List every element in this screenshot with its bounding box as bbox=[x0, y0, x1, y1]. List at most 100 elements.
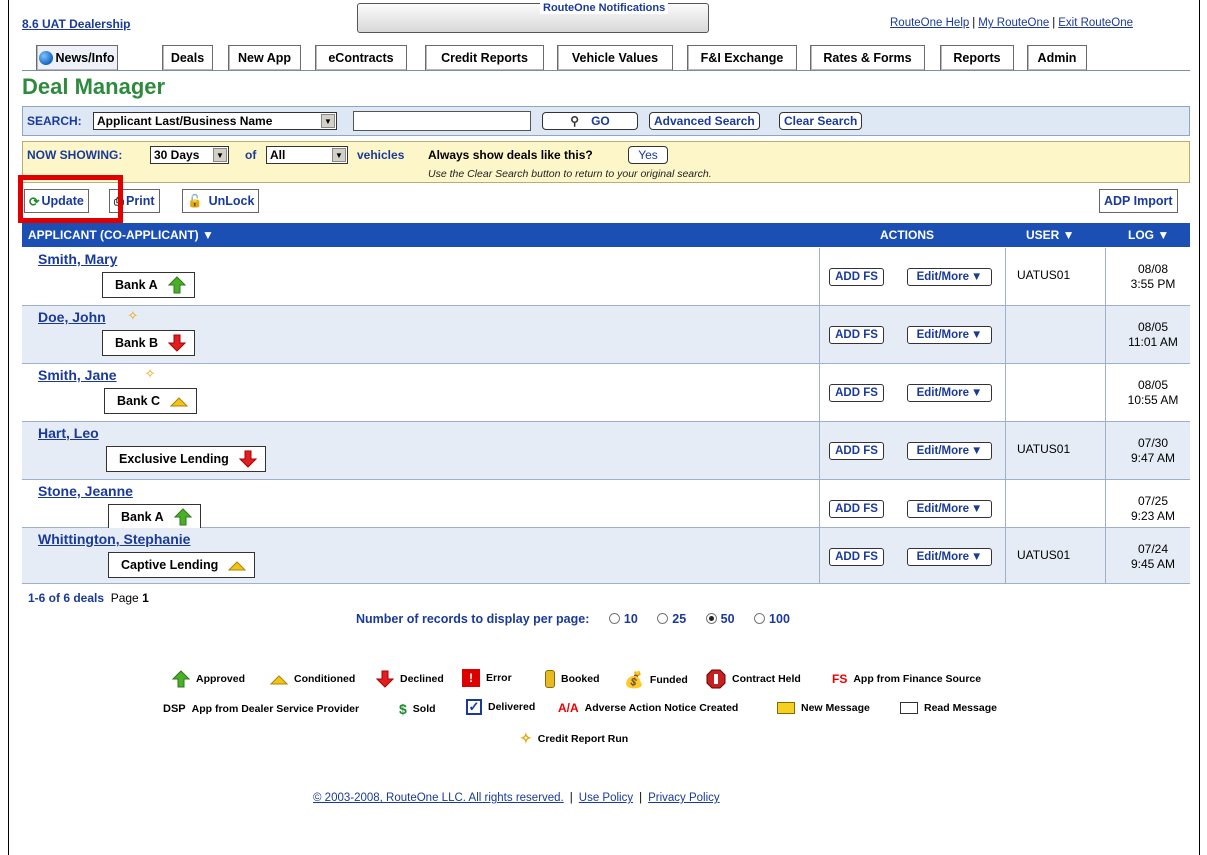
credit-report-icon: ✧ bbox=[127, 308, 139, 323]
go-button[interactable]: ⚲ GO bbox=[542, 112, 638, 130]
dropdown-arrow-icon: ▼ bbox=[332, 148, 346, 162]
applicant-header[interactable]: APPLICANT (CO-APPLICANT) ▼ bbox=[28, 228, 214, 242]
privacy-policy-link[interactable]: Privacy Policy bbox=[648, 792, 720, 804]
applicant-name-link[interactable]: Hart, Leo bbox=[38, 425, 99, 441]
legend-read-message: Read Message bbox=[900, 702, 997, 714]
applicant-name-link[interactable]: Doe, John bbox=[38, 309, 106, 325]
legend-conditioned: Conditioned bbox=[270, 673, 355, 685]
column-divider bbox=[1105, 528, 1106, 583]
tab-news-info[interactable]: News/Info bbox=[36, 45, 118, 70]
yes-button[interactable]: Yes bbox=[628, 146, 668, 164]
copyright-link[interactable]: © 2003-2008, RouteOne LLC. All rights re… bbox=[313, 792, 564, 804]
tab-deals[interactable]: Deals bbox=[162, 45, 213, 70]
tab-admin[interactable]: Admin bbox=[1027, 45, 1087, 70]
search-input[interactable] bbox=[353, 111, 531, 131]
column-divider bbox=[1005, 422, 1006, 479]
applicant-name-link[interactable]: Whittington, Stephanie bbox=[38, 531, 190, 547]
column-divider bbox=[1105, 422, 1106, 479]
legend-funded: 💰 Funded bbox=[624, 672, 688, 689]
column-divider bbox=[819, 528, 820, 583]
credit-report-icon: ✧ bbox=[144, 366, 156, 381]
tab-vehicle-values[interactable]: Vehicle Values bbox=[557, 45, 673, 70]
records-radio-50[interactable] bbox=[705, 613, 717, 624]
actions-header: ACTIONS bbox=[880, 228, 934, 242]
exit-link[interactable]: Exit RouteOne bbox=[1058, 17, 1133, 29]
add-fs-button[interactable]: ADD FS bbox=[829, 268, 884, 286]
dealership-link[interactable]: 8.6 UAT Dealership bbox=[22, 17, 130, 31]
advanced-search-button[interactable]: Advanced Search bbox=[649, 112, 760, 130]
approved-icon bbox=[173, 508, 192, 526]
days-select[interactable]: 30 Days ▼ bbox=[150, 146, 229, 164]
lender-decision[interactable]: Exclusive Lending bbox=[106, 446, 266, 472]
highlight-box bbox=[18, 175, 123, 223]
dollar-icon: $ bbox=[399, 701, 407, 717]
records-radio-10[interactable] bbox=[608, 613, 620, 624]
applicant-name-link[interactable]: Stone, Jeanne bbox=[38, 483, 133, 499]
applicant-name-link[interactable]: Smith, Jane bbox=[38, 367, 117, 383]
lender-decision[interactable]: Bank C bbox=[104, 388, 198, 414]
table-row: Smith, Jane ✧ Bank C ADD FS Edit/More ▼ 08/05 1… bbox=[22, 364, 1190, 422]
log-timestamp: 08/08 3:55 PM bbox=[1130, 262, 1176, 291]
declined-arrow-icon bbox=[376, 670, 394, 688]
tab-reports[interactable]: Reports bbox=[940, 45, 1014, 70]
column-divider bbox=[819, 306, 820, 363]
tabs-baseline bbox=[22, 70, 1190, 71]
add-fs-button[interactable]: ADD FS bbox=[829, 326, 884, 344]
applicant-name-link[interactable]: Smith, Mary bbox=[38, 251, 117, 267]
edit-more-button[interactable]: Edit/More ▼ bbox=[907, 500, 992, 518]
coins-icon bbox=[545, 670, 555, 688]
tab-rates-forms[interactable]: Rates & Forms bbox=[810, 45, 925, 70]
search-field-select[interactable]: Applicant Last/Business Name ▼ bbox=[93, 112, 337, 130]
clear-search-button[interactable]: Clear Search bbox=[779, 112, 863, 130]
help-link[interactable]: RouteOne Help bbox=[890, 17, 969, 29]
column-divider bbox=[819, 364, 820, 421]
edit-more-button[interactable]: Edit/More ▼ bbox=[907, 268, 992, 286]
stop-icon bbox=[706, 669, 726, 689]
user-header[interactable]: USER ▼ bbox=[1026, 228, 1075, 242]
my-routeone-link[interactable]: My RouteOne bbox=[978, 17, 1049, 29]
credit-report-icon: ✧ bbox=[520, 730, 532, 746]
log-timestamp: 07/24 9:45 AM bbox=[1130, 542, 1176, 571]
add-fs-button[interactable]: ADD FS bbox=[829, 442, 884, 460]
unlock-button[interactable]: 🔓 UnLock bbox=[182, 189, 260, 213]
edit-more-button[interactable]: Edit/More ▼ bbox=[907, 548, 992, 566]
legend-fs: FS App from Finance Source bbox=[832, 672, 982, 686]
conditioned-triangle-icon bbox=[270, 673, 288, 685]
add-fs-button[interactable]: ADD FS bbox=[829, 548, 884, 566]
tab-new-app[interactable]: New App bbox=[228, 45, 301, 70]
lender-decision[interactable]: Captive Lending bbox=[108, 552, 256, 578]
table-row: Doe, John ✧ Bank B ADD FS Edit/More ▼ 08/05 11:… bbox=[22, 306, 1190, 364]
legend-credit-report: ✧ Credit Report Run bbox=[520, 730, 629, 746]
vehicles-select[interactable]: All ▼ bbox=[266, 146, 348, 164]
now-showing-label: NOW SHOWING: bbox=[27, 148, 123, 162]
of-label: of bbox=[245, 148, 257, 162]
tab-fi-exchange[interactable]: F&I Exchange bbox=[687, 45, 797, 70]
log-header[interactable]: LOG ▼ bbox=[1128, 228, 1169, 242]
log-timestamp: 08/05 10:55 AM bbox=[1127, 378, 1179, 407]
column-divider bbox=[1005, 306, 1006, 363]
lender-decision[interactable]: Bank B bbox=[102, 330, 196, 356]
vehicles-label: vehicles bbox=[357, 148, 405, 162]
column-divider bbox=[819, 480, 820, 527]
column-divider bbox=[819, 422, 820, 479]
user-id: UATUS01 bbox=[1017, 268, 1071, 282]
edit-more-button[interactable]: Edit/More ▼ bbox=[907, 442, 992, 460]
records-radio-25[interactable] bbox=[657, 613, 669, 624]
legend-contract-held: Contract Held bbox=[706, 669, 801, 689]
adp-import-button[interactable]: ADP Import bbox=[1099, 189, 1178, 213]
edit-more-button[interactable]: Edit/More ▼ bbox=[907, 326, 992, 344]
tab-econtracts[interactable]: eContracts bbox=[315, 45, 407, 70]
records-per-page: Number of records to display per page: 1… bbox=[356, 612, 790, 626]
edit-more-button[interactable]: Edit/More ▼ bbox=[907, 384, 992, 402]
records-radio-100[interactable] bbox=[754, 613, 766, 624]
add-fs-button[interactable]: ADD FS bbox=[829, 500, 884, 518]
use-policy-link[interactable]: Use Policy bbox=[579, 792, 633, 804]
user-id: UATUS01 bbox=[1017, 548, 1071, 562]
add-fs-button[interactable]: ADD FS bbox=[829, 384, 884, 402]
chevron-down-icon: ▼ bbox=[971, 445, 983, 457]
footer-links: © 2003-2008, RouteOne LLC. All rights re… bbox=[313, 792, 720, 804]
lender-decision[interactable]: Bank A bbox=[102, 272, 195, 298]
checkbox-icon: ✓ bbox=[466, 699, 482, 715]
lender-decision[interactable]: Bank A bbox=[108, 504, 201, 530]
tab-credit-reports[interactable]: Credit Reports bbox=[425, 45, 544, 70]
